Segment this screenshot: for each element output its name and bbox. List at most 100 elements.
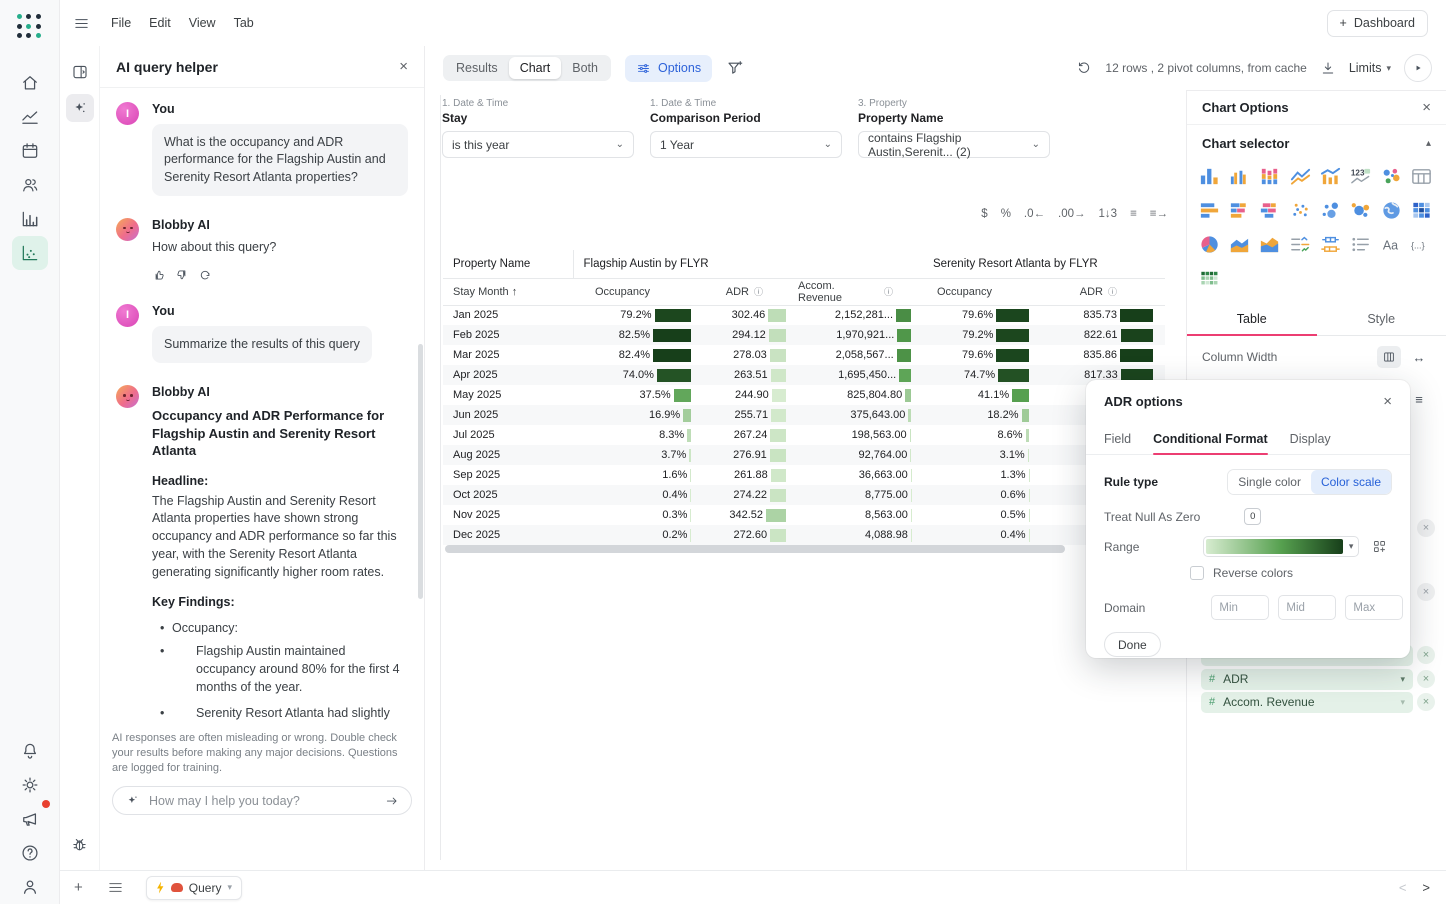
table-row[interactable]: Mar 202582.4%278.032,058,567...79.6%835.…: [443, 345, 1165, 365]
menu-tab[interactable]: Tab: [225, 10, 263, 36]
color-range-select[interactable]: ▾: [1203, 536, 1359, 557]
home-icon[interactable]: [12, 66, 48, 100]
info-icon[interactable]: ⓘ: [1108, 285, 1117, 298]
chevron-down-icon[interactable]: ▾: [1400, 697, 1405, 708]
fixed-column-width-button[interactable]: [1377, 346, 1401, 368]
table-row[interactable]: Jan 202579.2%302.462,152,281...79.6%835.…: [443, 305, 1165, 325]
column-header-accom-revenue[interactable]: Accom. Revenueⓘ: [798, 278, 923, 305]
users-icon[interactable]: [12, 168, 48, 202]
filter-value-dropdown[interactable]: is this year⌄: [442, 131, 634, 158]
collapse-chevron-icon[interactable]: ▴: [1426, 138, 1431, 149]
announcements-button[interactable]: [12, 802, 48, 836]
chart-type-bubble-chart-icon[interactable]: [1317, 197, 1345, 223]
remove-field-icon[interactable]: ×: [1417, 693, 1435, 711]
send-arrow-icon[interactable]: [385, 794, 399, 808]
auto-column-width-button[interactable]: ↔: [1407, 346, 1431, 368]
remove-field-icon[interactable]: ×: [1417, 670, 1435, 688]
chevron-down-icon[interactable]: ▾: [1400, 674, 1405, 685]
table-row[interactable]: Jul 20258.3%267.24198,563.008.6%: [443, 425, 1165, 445]
chart-type-stacked-bar-chart-icon[interactable]: [1256, 163, 1284, 189]
remove-field-icon[interactable]: ×: [1417, 646, 1435, 664]
accom-revenue-field-pill[interactable]: # Accom. Revenue ▾: [1201, 692, 1413, 713]
percent-format-icon[interactable]: %: [1001, 208, 1011, 220]
align-right-icon[interactable]: ≡→: [1150, 208, 1168, 220]
notifications-button[interactable]: [12, 734, 48, 768]
chat-input[interactable]: How may I help you today?: [112, 786, 412, 815]
chart-type-horizontal-bar-chart-icon[interactable]: [1195, 197, 1223, 223]
tab-both[interactable]: Both: [561, 57, 609, 79]
table-row[interactable]: Dec 20250.2%272.604,088.980.4%: [443, 525, 1165, 545]
chart-type-horizontal-range-bar-icon[interactable]: [1256, 197, 1284, 223]
tab-list-icon[interactable]: [107, 879, 124, 896]
tab-display[interactable]: Display: [1290, 427, 1331, 454]
filter-value-dropdown[interactable]: 1 Year⌄: [650, 131, 842, 158]
run-query-button[interactable]: [1404, 54, 1432, 82]
options-button[interactable]: Options: [625, 55, 712, 82]
remove-field-icon[interactable]: ×: [1417, 583, 1435, 601]
chart-type-combo-chart-icon[interactable]: [1317, 163, 1345, 189]
app-logo[interactable]: [17, 14, 43, 40]
chevron-down-icon[interactable]: ▾: [227, 882, 232, 893]
cache-refresh-icon[interactable]: [1076, 60, 1092, 76]
chart-type-map-chart-icon[interactable]: [1377, 197, 1405, 223]
column-header-adr[interactable]: ADRⓘ: [1041, 278, 1165, 305]
close-chart-options-icon[interactable]: ×: [1422, 100, 1431, 115]
next-tab-arrow[interactable]: >: [1422, 880, 1430, 895]
help-button[interactable]: [12, 836, 48, 870]
table-row[interactable]: Jun 202516.9%255.71375,643.0018.2%724.85: [443, 405, 1165, 425]
tab-field[interactable]: Field: [1104, 427, 1131, 454]
hamburger-menu-icon[interactable]: [73, 15, 90, 32]
thumbs-down-icon[interactable]: [175, 268, 189, 282]
close-panel-icon[interactable]: ×: [399, 59, 408, 74]
chart-type-horizontal-stacked-bar-icon[interactable]: [1225, 197, 1253, 223]
menu-file[interactable]: File: [102, 10, 140, 36]
align-left-icon[interactable]: ≡: [1130, 208, 1137, 220]
chart-type-bar-chart-icon[interactable]: [1195, 163, 1223, 189]
query-tab[interactable]: Query ▾: [146, 876, 242, 900]
table-row[interactable]: Aug 20253.7%276.9192,764.003.1%: [443, 445, 1165, 465]
menu-edit[interactable]: Edit: [140, 10, 180, 36]
bar-chart-nav-icon[interactable]: [12, 202, 48, 236]
sort-digits-icon[interactable]: 1↓3: [1099, 208, 1118, 220]
currency-format-icon[interactable]: $: [981, 208, 987, 220]
chart-type-grouped-bar-chart-icon[interactable]: [1225, 163, 1253, 189]
tab-conditional-format[interactable]: Conditional Format: [1153, 427, 1268, 454]
tab-table[interactable]: Table: [1187, 303, 1317, 335]
chart-type-box-plot-icon[interactable]: [1317, 231, 1345, 257]
chart-type-json-icon[interactable]: {...}: [1408, 231, 1436, 257]
column-header-adr[interactable]: ADRⓘ: [703, 278, 798, 305]
trends-icon[interactable]: [12, 100, 48, 134]
filter-funnel-icon[interactable]: [726, 59, 744, 77]
chart-type-scatter-plot-icon[interactable]: [1286, 197, 1314, 223]
chart-type-pie-chart-icon[interactable]: [1195, 231, 1223, 257]
menu-view[interactable]: View: [180, 10, 225, 36]
chart-type-heatmap-icon[interactable]: [1408, 197, 1436, 223]
filter-value-dropdown[interactable]: contains Flagship Austin,Serenit... (2)⌄: [858, 131, 1050, 158]
custom-palette-icon[interactable]: [1372, 539, 1387, 554]
chart-type-line-chart-icon[interactable]: [1286, 163, 1314, 189]
ai-assistant-button[interactable]: [66, 94, 94, 122]
domain-min-input[interactable]: [1211, 595, 1269, 620]
reverse-colors-checkbox[interactable]: [1190, 566, 1204, 580]
color-scale-option[interactable]: Color scale: [1311, 470, 1391, 494]
settings-button[interactable]: [12, 768, 48, 802]
chart-type-bullet-list-icon[interactable]: [1347, 231, 1375, 257]
chart-type-table-icon[interactable]: [1408, 163, 1436, 189]
increase-decimals-icon[interactable]: .00→: [1058, 208, 1086, 220]
analytics-nav-active[interactable]: [12, 236, 48, 270]
chart-type-stacked-area-chart-icon[interactable]: [1256, 231, 1284, 257]
single-color-option[interactable]: Single color: [1228, 470, 1311, 494]
chart-type-sparkline-list-icon[interactable]: [1286, 231, 1314, 257]
column-header-stay-month[interactable]: Stay Month ↑: [443, 278, 573, 305]
table-row[interactable]: Apr 202574.0%263.511,695,450...74.7%817.…: [443, 365, 1165, 385]
table-row[interactable]: Sep 20251.6%261.8836,663.001.3%: [443, 465, 1165, 485]
close-modal-icon[interactable]: ×: [1383, 394, 1392, 409]
info-icon[interactable]: ⓘ: [754, 285, 763, 298]
chart-type-pivot-table-icon[interactable]: [1195, 265, 1223, 291]
treat-null-toggle[interactable]: 0: [1244, 508, 1261, 525]
decrease-decimals-icon[interactable]: .0←: [1024, 208, 1045, 220]
regenerate-icon[interactable]: [198, 268, 212, 282]
tab-chart[interactable]: Chart: [509, 57, 562, 79]
table-row[interactable]: May 202537.5%244.90825,804.8041.1%731.18: [443, 385, 1165, 405]
header-text-wrap-button[interactable]: ≡: [1407, 388, 1431, 410]
